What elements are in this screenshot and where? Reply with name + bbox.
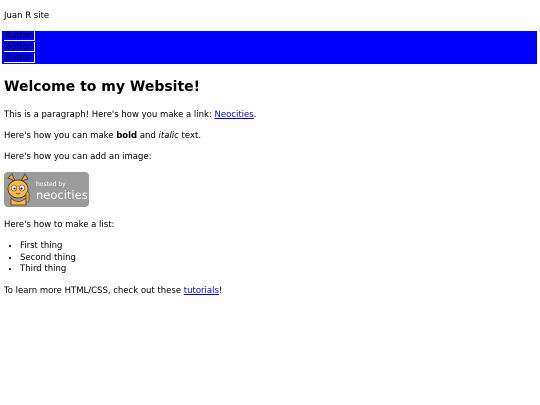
hosted-by-neocities-badge: hosted by neocities	[4, 172, 89, 207]
neocities-cat-icon: hosted by neocities	[4, 172, 89, 207]
formatting-end: text.	[178, 131, 202, 141]
formatting-mid: and	[137, 131, 159, 141]
badge-line2: neocities	[36, 188, 88, 202]
nav-button-1[interactable]: Button	[4, 31, 35, 41]
nav-button-2[interactable]: Button	[4, 42, 35, 52]
nav-button-3[interactable]: Button	[4, 53, 35, 63]
badge-line1: hosted by	[36, 181, 66, 188]
paragraph-text: This is a paragraph! Here's how you make…	[4, 110, 215, 120]
paragraph-formatting: Here's how you can make bold and italic …	[4, 131, 524, 141]
example-list: First thing Second thing Third thing	[4, 241, 524, 276]
list-item: Third thing	[20, 264, 524, 276]
paragraph-image: Here's how you can add an image:	[4, 152, 152, 162]
italic-text: italic	[158, 131, 179, 141]
neocities-link[interactable]: Neocities	[215, 110, 254, 120]
list-item: Second thing	[20, 253, 524, 265]
page-heading: Welcome to my Website!	[4, 79, 201, 95]
paragraph-tutorials: To learn more HTML/CSS, check out these …	[4, 286, 524, 296]
tutorials-link[interactable]: tutorials	[184, 286, 219, 296]
tutorials-end: !	[218, 285, 223, 296]
paragraph-end: .	[253, 110, 257, 120]
tutorials-text: To learn more HTML/CSS, check out these	[4, 285, 184, 296]
list-item: First thing	[20, 241, 524, 253]
paragraph-list: Here's how to make a list:	[4, 220, 115, 230]
site-title: Juan R site	[4, 11, 50, 21]
main-content: Welcome to my Website! This is a paragra…	[4, 78, 524, 307]
bold-text: bold	[116, 131, 138, 141]
nav-bar: Button Button Button	[2, 31, 537, 64]
paragraph-link: This is a paragraph! Here's how you make…	[4, 110, 524, 120]
formatting-text: Here's how you can make	[4, 131, 117, 141]
